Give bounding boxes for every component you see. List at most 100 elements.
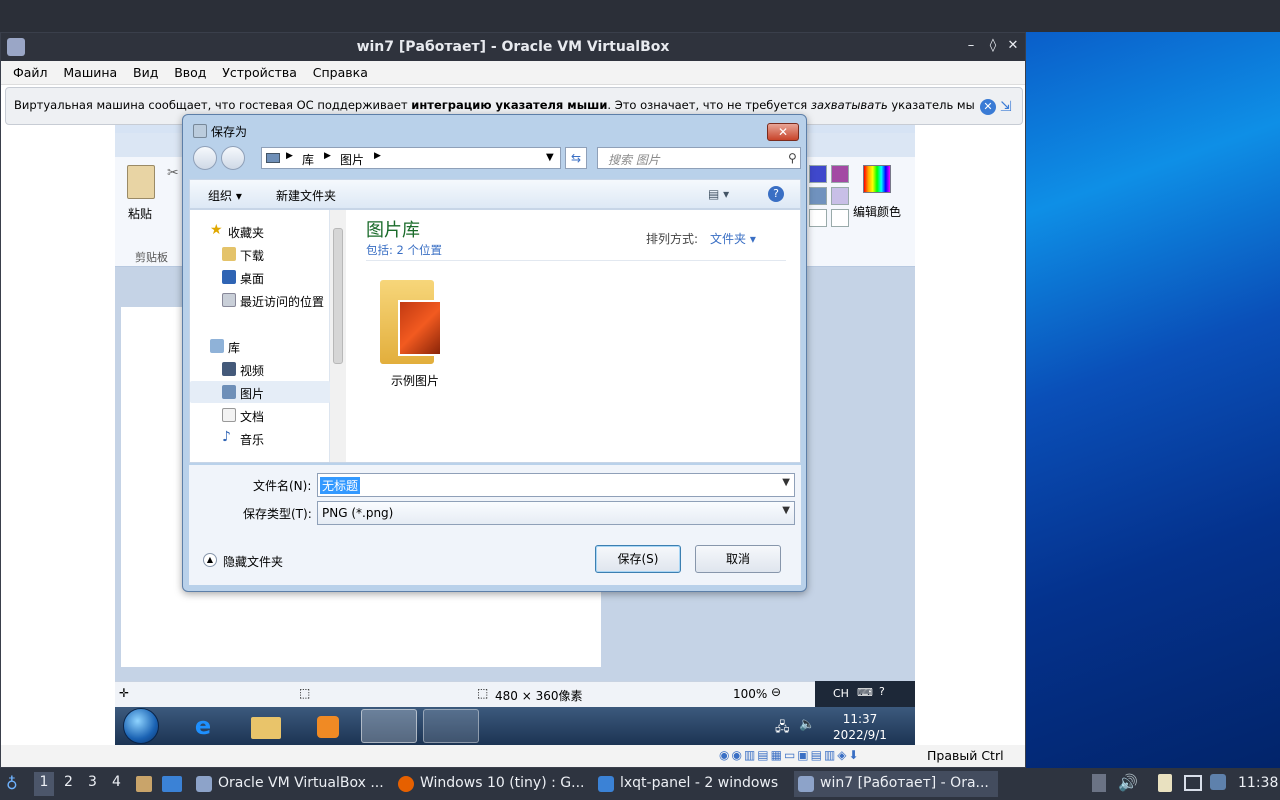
notice-text-bold: интеграцию указателя мыши bbox=[411, 98, 608, 112]
view-options-icon[interactable]: ▤ ▾ bbox=[708, 187, 729, 201]
edit-colors-icon[interactable] bbox=[863, 165, 891, 193]
color-swatch[interactable] bbox=[831, 209, 849, 227]
win7-clock[interactable]: 11:37 2022/9/1 bbox=[815, 711, 905, 743]
library-title: 图片库 bbox=[366, 220, 420, 241]
explorer-icon[interactable] bbox=[237, 709, 293, 743]
workspace-4[interactable]: 4 bbox=[112, 774, 121, 790]
language-bar[interactable]: CH ⌨ ? bbox=[815, 681, 915, 707]
filename-input[interactable]: 无标题 ▼ bbox=[317, 473, 795, 497]
chevron-right-icon[interactable]: ▶ bbox=[324, 151, 331, 161]
nav-downloads[interactable]: 下载 bbox=[190, 243, 330, 265]
nav-videos[interactable]: 视频 bbox=[190, 358, 330, 380]
filetype-select[interactable]: PNG (*.png) ▼ bbox=[317, 501, 795, 525]
task-label: lxqt-panel - 2 windows bbox=[620, 775, 779, 791]
language-indicator[interactable]: CH bbox=[833, 687, 849, 700]
keyboard-icon[interactable]: ⌨ bbox=[857, 686, 873, 699]
close-button[interactable]: ✕ bbox=[1005, 38, 1021, 54]
nav-favorites[interactable]: ★ 收藏夹 bbox=[190, 220, 330, 242]
file-manager-icon[interactable] bbox=[136, 776, 152, 792]
new-folder-button[interactable]: 新建文件夹 bbox=[276, 187, 336, 204]
clipboard-icon[interactable] bbox=[1158, 774, 1172, 792]
organize-button[interactable]: 组织 ▾ bbox=[208, 187, 242, 204]
menu-machine[interactable]: Машина bbox=[63, 61, 117, 80]
help-icon[interactable]: ? bbox=[768, 186, 784, 202]
chevron-down-icon[interactable]: ▼ bbox=[782, 505, 790, 516]
network-icon[interactable]: 🖧 bbox=[775, 718, 790, 740]
panel-clock[interactable]: 11:38 bbox=[1238, 775, 1278, 791]
nav-pictures[interactable]: 图片 bbox=[190, 381, 330, 403]
zoom-out-button[interactable]: ⊖ bbox=[771, 685, 781, 699]
nav-music[interactable]: ♪ 音乐 bbox=[190, 427, 330, 449]
color-swatch[interactable] bbox=[831, 187, 849, 205]
menu-view[interactable]: Вид bbox=[133, 61, 158, 80]
nav-libraries[interactable]: 库 bbox=[190, 335, 330, 357]
refresh-icon[interactable]: ⇆ bbox=[565, 147, 587, 169]
device-status-icons[interactable]: ◉◉▥▤▦▭▣▤▥◈⬇ bbox=[719, 748, 861, 762]
arrange-by-dropdown[interactable]: 文件夹 ▾ bbox=[710, 230, 756, 247]
hide-folders-button[interactable]: 隐藏文件夹 bbox=[223, 553, 283, 570]
menu-help[interactable]: Справка bbox=[313, 61, 368, 80]
workspace-2[interactable]: 2 bbox=[64, 774, 73, 790]
media-player-icon[interactable] bbox=[299, 709, 355, 743]
address-bar[interactable]: ▶ 库 ▶ 图片 ▶ ▼ bbox=[261, 147, 561, 169]
nav-documents[interactable]: 文档 bbox=[190, 404, 330, 426]
color-swatch[interactable] bbox=[809, 209, 827, 227]
scissors-icon[interactable]: ✂ bbox=[167, 165, 179, 181]
nav-recent[interactable]: 最近访问的位置 bbox=[190, 289, 330, 311]
chevron-right-icon[interactable]: ▶ bbox=[286, 151, 293, 161]
filename-value: 无标题 bbox=[320, 477, 361, 494]
task-virtualbox-manager[interactable]: Oracle VM VirtualBox ... bbox=[192, 771, 388, 797]
notification-icon[interactable] bbox=[1210, 774, 1226, 790]
workspace-1[interactable]: 1 bbox=[34, 772, 54, 796]
paste-icon[interactable] bbox=[127, 165, 155, 199]
edit-colors-label[interactable]: 编辑颜色 bbox=[853, 203, 901, 220]
network-icon[interactable] bbox=[1184, 775, 1202, 791]
task-lxqt-panel[interactable]: lxqt-panel - 2 windows bbox=[594, 771, 790, 797]
search-input[interactable]: 搜索 图片 ⚲ bbox=[597, 147, 801, 169]
task-win7[interactable]: win7 [Работает] - Ora... bbox=[794, 771, 998, 797]
show-desktop-icon[interactable] bbox=[162, 776, 182, 792]
color-swatch[interactable] bbox=[809, 187, 827, 205]
folder-label[interactable]: 示例图片 bbox=[370, 372, 460, 389]
close-notice-icon[interactable]: ✕ bbox=[980, 99, 996, 115]
nav-scrollbar[interactable] bbox=[330, 210, 346, 462]
breadcrumb-library[interactable]: 库 bbox=[302, 151, 314, 168]
divider bbox=[366, 260, 786, 261]
forward-button[interactable] bbox=[221, 146, 245, 170]
nav-desktop[interactable]: 桌面 bbox=[190, 266, 330, 288]
color-swatch[interactable] bbox=[809, 165, 827, 183]
help-icon[interactable]: ? bbox=[879, 685, 885, 698]
tray-arrow-icon[interactable] bbox=[1092, 774, 1106, 792]
control-panel-icon[interactable] bbox=[423, 709, 479, 743]
color-swatch[interactable] bbox=[831, 165, 849, 183]
volume-icon[interactable]: 🔊 bbox=[1118, 773, 1138, 792]
chevron-down-icon[interactable]: ▼ bbox=[546, 152, 554, 163]
cancel-button[interactable]: 取消 bbox=[695, 545, 781, 573]
start-button[interactable] bbox=[123, 708, 159, 744]
main-menu-icon[interactable]: ♁ bbox=[6, 774, 18, 793]
minimize-button[interactable]: – bbox=[963, 38, 979, 54]
maximize-button[interactable]: ◊ bbox=[985, 38, 1001, 54]
chevron-down-icon[interactable]: ▼ bbox=[782, 477, 790, 488]
library-locations-link[interactable]: 包括: 2 个位置 bbox=[366, 242, 442, 258]
save-button[interactable]: 保存(S) bbox=[595, 545, 681, 573]
menu-input[interactable]: Ввод bbox=[174, 61, 206, 80]
task-windows10[interactable]: Windows 10 (tiny) : G... bbox=[394, 771, 590, 797]
scrollbar-thumb[interactable] bbox=[333, 228, 343, 364]
menu-file[interactable]: Файл bbox=[13, 61, 48, 80]
chevron-up-icon[interactable]: ▲ bbox=[203, 553, 217, 567]
volume-icon[interactable]: 🔈 bbox=[799, 717, 815, 732]
breadcrumb-pictures[interactable]: 图片 bbox=[340, 151, 364, 168]
search-icon[interactable]: ⚲ bbox=[788, 151, 797, 165]
back-button[interactable] bbox=[193, 146, 217, 170]
workspace-3[interactable]: 3 bbox=[88, 774, 97, 790]
folder-icon[interactable] bbox=[376, 276, 446, 368]
window-titlebar[interactable]: win7 [Работает] - Oracle VM VirtualBox –… bbox=[1, 33, 1025, 61]
ie-icon[interactable]: e bbox=[175, 709, 231, 743]
chevron-right-icon[interactable]: ▶ bbox=[374, 151, 381, 161]
menu-devices[interactable]: Устройства bbox=[222, 61, 297, 80]
paste-label[interactable]: 粘贴 bbox=[128, 205, 152, 222]
paint-taskbar-icon[interactable] bbox=[361, 709, 417, 743]
dialog-close-button[interactable]: ✕ bbox=[767, 123, 799, 141]
mouse-integration-icon[interactable]: ⇲ bbox=[1000, 99, 1018, 115]
